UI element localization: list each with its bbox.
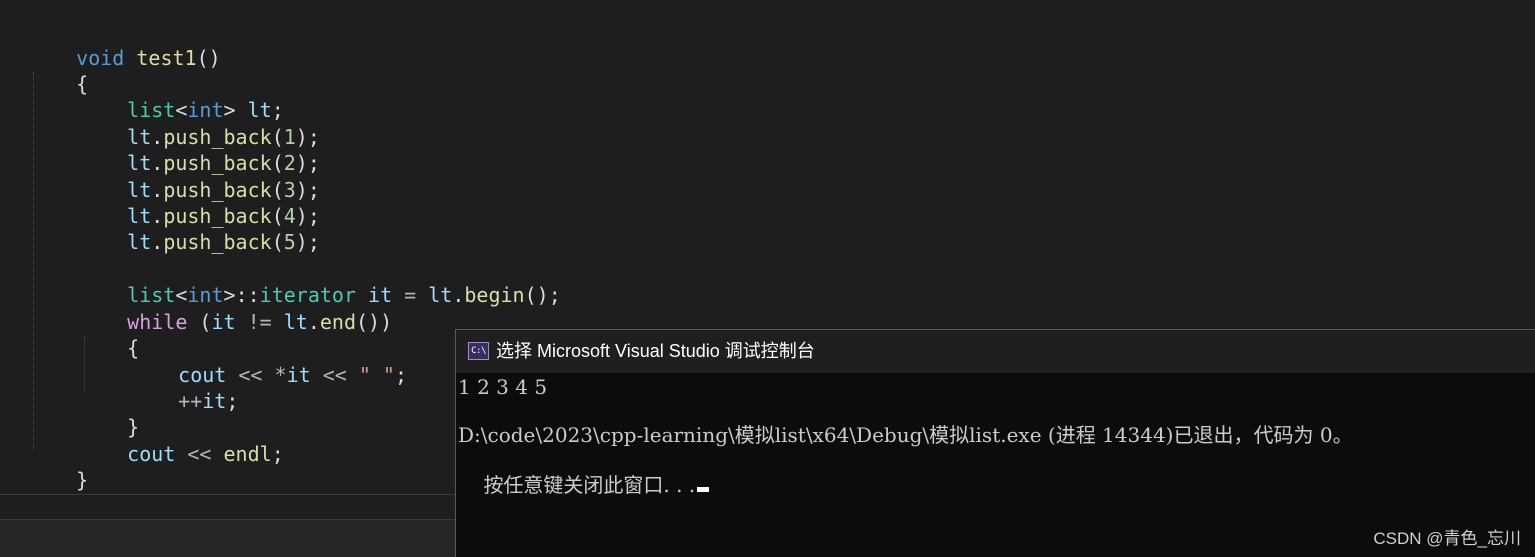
code-line-3[interactable]: list<int> lt;: [79, 71, 284, 122]
variable: cout: [127, 442, 176, 466]
code-line-12[interactable]: {: [79, 309, 139, 360]
operator: <<: [310, 363, 359, 387]
code-line-7[interactable]: lt.push_back(4);: [79, 177, 320, 228]
editor-bottom-panel: [0, 520, 455, 557]
string-literal: " ": [358, 363, 395, 387]
window-title: 选择 Microsoft Visual Studio 调试控制台: [496, 341, 815, 361]
brace: }: [76, 468, 89, 492]
console-prompt: 按任意键关闭此窗口. . .: [483, 473, 696, 497]
variable: it: [286, 363, 311, 387]
punctuation: .: [307, 310, 320, 334]
operator: !=: [235, 310, 284, 334]
variable: lt: [283, 310, 308, 334]
punctuation: ;: [394, 363, 407, 387]
console-prompt-line: 按任意键关闭此窗口. . .: [458, 446, 710, 497]
number: 5: [283, 230, 296, 254]
operator: *: [274, 363, 287, 387]
punctuation: ();: [524, 283, 561, 307]
code-line-5[interactable]: lt.push_back(2);: [79, 124, 320, 175]
function-name: test1: [136, 46, 197, 70]
editor-divider: [0, 494, 455, 495]
code-line-15[interactable]: }: [79, 388, 139, 439]
function-name: begin: [464, 283, 525, 307]
punctuation: ;: [271, 442, 284, 466]
variable: lt: [127, 230, 152, 254]
function-name: push_back: [163, 230, 272, 254]
code-line-14[interactable]: ++it;: [130, 362, 238, 413]
variable: it: [211, 310, 236, 334]
console-output: 1 2 3 4 5: [458, 375, 548, 399]
code-line-16[interactable]: cout << endl;: [79, 415, 284, 466]
punctuation: );: [295, 230, 320, 254]
code-line-13[interactable]: cout << *it << " ";: [130, 336, 407, 387]
punctuation: ()): [356, 310, 393, 334]
punctuation: (: [187, 310, 212, 334]
code-line-2[interactable]: {: [28, 45, 88, 96]
code-line-11[interactable]: while (it != lt.end()): [79, 283, 392, 334]
punctuation: (: [271, 230, 284, 254]
debug-console-window[interactable]: C:\ 选择 Microsoft Visual Studio 调试控制台 1 2…: [455, 329, 1535, 557]
variable: lt: [428, 283, 453, 307]
code-line-10[interactable]: list<int>::iterator it = lt.begin();: [79, 256, 561, 307]
variable: it: [202, 389, 227, 413]
punctuation: (): [196, 46, 221, 70]
code-line-1[interactable]: void test1(): [28, 19, 221, 70]
operator: =: [392, 283, 429, 307]
text-cursor: [697, 487, 710, 492]
punctuation: .: [452, 283, 465, 307]
code-line-6[interactable]: lt.push_back(3);: [79, 151, 320, 202]
console-app-icon: C:\: [468, 342, 489, 360]
code-line-17[interactable]: }: [28, 441, 88, 492]
indent-guide: [33, 72, 34, 450]
function-name: endl: [223, 442, 272, 466]
code-line-4[interactable]: lt.push_back(1);: [79, 98, 320, 149]
operator: <<: [175, 442, 224, 466]
function-name: end: [319, 310, 357, 334]
punctuation: .: [151, 230, 164, 254]
code-line-8[interactable]: lt.push_back(5);: [79, 203, 320, 254]
punctuation: ;: [226, 389, 239, 413]
watermark: CSDN @青色_忘川: [1373, 529, 1521, 548]
console-titlebar[interactable]: C:\ 选择 Microsoft Visual Studio 调试控制台: [456, 330, 1535, 373]
operator: ++: [178, 389, 203, 413]
console-exit-message: D:\code\2023\cpp-learning\模拟list\x64\Deb…: [458, 423, 1353, 447]
